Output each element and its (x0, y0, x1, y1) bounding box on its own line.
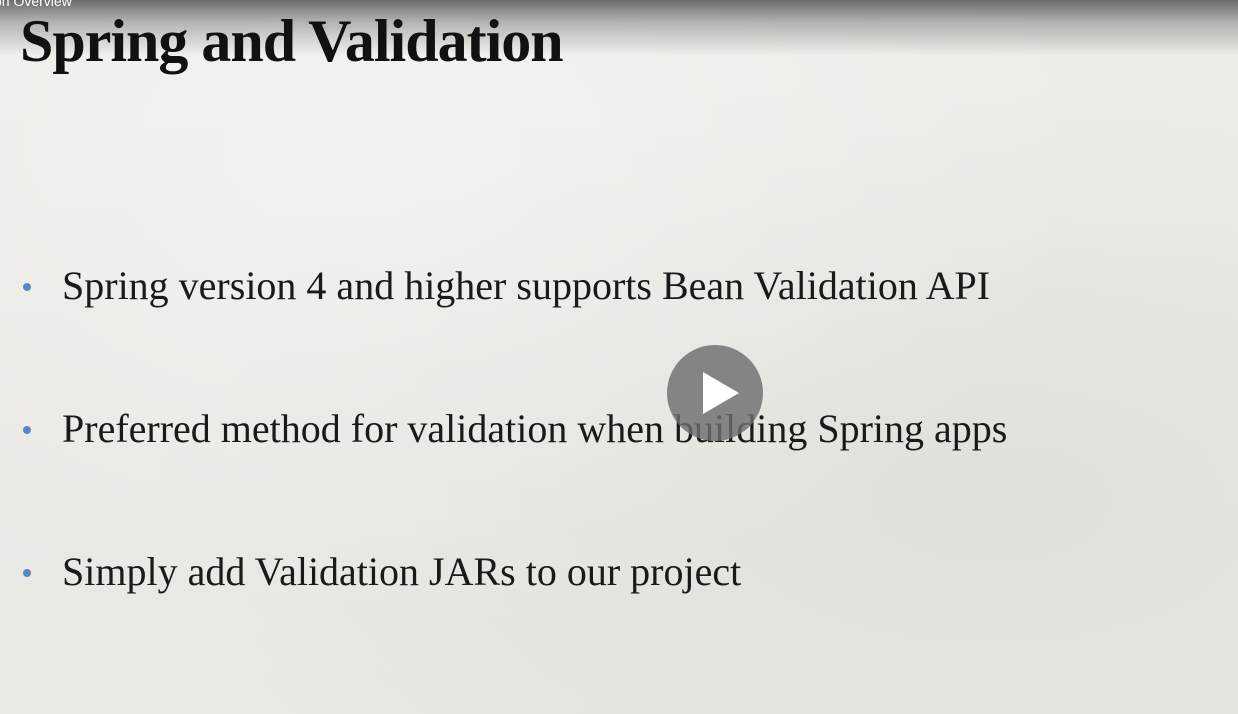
bullet-text: Spring version 4 and higher supports Bea… (62, 263, 991, 308)
bullet-dot-icon (23, 283, 31, 291)
bullet-dot-icon (23, 569, 31, 577)
slide-title: Spring and Validation (20, 8, 564, 74)
play-button[interactable] (667, 345, 763, 441)
bullet-text: Preferred method for validation when bui… (62, 406, 1008, 451)
play-icon (703, 372, 739, 414)
video-frame: on Overview Spring and Validation Spring… (0, 0, 1238, 714)
bullet-dot-icon (23, 426, 31, 434)
bullet-text: Simply add Validation JARs to our projec… (62, 549, 742, 594)
